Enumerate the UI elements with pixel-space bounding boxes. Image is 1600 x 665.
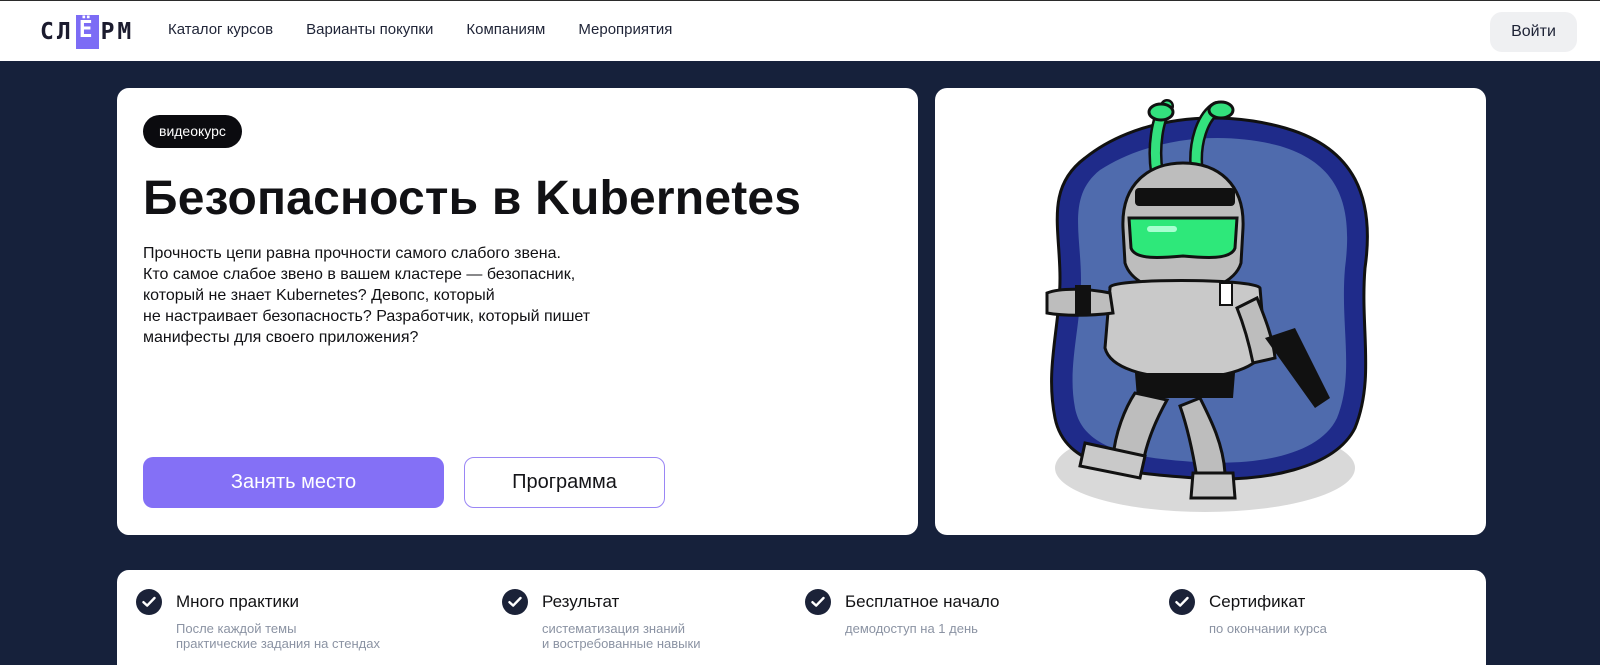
- feature-title: Много практики: [176, 592, 299, 611]
- site-header: СЛ Ё РМ Каталог курсов Варианты покупки Ко…: [0, 1, 1600, 61]
- feature-subtitle-line: систематизация знаний: [542, 621, 686, 636]
- check-icon: [1169, 589, 1195, 615]
- robot-mascot-illustration: [1045, 99, 1369, 512]
- feature-subtitle-line: и востребованные навыки: [542, 636, 701, 651]
- description-line: который не знает Kubernetes? Девопс, кот…: [143, 287, 495, 304]
- main-nav: Каталог курсов Варианты покупки Компания…: [168, 21, 705, 38]
- logo-text-accent: Ё: [75, 15, 99, 49]
- feature-subtitle-line: демодоступ на 1 день: [845, 621, 978, 636]
- nav-catalog[interactable]: Каталог курсов: [168, 21, 273, 38]
- description-line: Прочность цепи равна прочности самого сл…: [143, 245, 561, 262]
- description-line: Кто самое слабое звено в вашем кластере …: [143, 266, 576, 283]
- check-icon: [502, 589, 528, 615]
- feature-subtitle-line: по окончании курса: [1209, 621, 1327, 636]
- enroll-button[interactable]: Занять место: [143, 457, 444, 508]
- page-title: Безопасность в Kubernetes: [143, 172, 802, 225]
- features-card: Много практики После каждой темы практич…: [117, 570, 1486, 665]
- feature-subtitle: по окончании курса: [1209, 621, 1327, 636]
- description-line: манифесты для своего приложения?: [143, 329, 419, 346]
- nav-purchase-options[interactable]: Варианты покупки: [306, 21, 433, 38]
- logo[interactable]: СЛ Ё РМ: [40, 15, 135, 49]
- feature-title: Результат: [542, 592, 620, 611]
- check-icon: [805, 589, 831, 615]
- illustration-card: [935, 88, 1486, 535]
- hero-card: видеокурс Безопасность в Kubernetes Проч…: [117, 88, 918, 535]
- feature-title: Сертификат: [1209, 592, 1306, 611]
- feature-subtitle: После каждой темы практические задания н…: [176, 621, 380, 651]
- feature-subtitle-line: После каждой темы: [176, 621, 297, 636]
- description-line: не настраивает безопасность? Разработчик…: [143, 308, 591, 325]
- course-description: Прочность цепи равна прочности самого сл…: [143, 243, 703, 348]
- program-button[interactable]: Программа: [464, 457, 665, 508]
- nav-companies[interactable]: Компаниям: [466, 21, 545, 38]
- nav-events[interactable]: Мероприятия: [578, 21, 672, 38]
- feature-subtitle-line: практические задания на стендах: [176, 636, 380, 651]
- check-icon: [136, 589, 162, 615]
- feature-title: Бесплатное начало: [845, 592, 1000, 611]
- login-button[interactable]: Войти: [1490, 12, 1577, 52]
- feature-subtitle: демодоступ на 1 день: [845, 621, 978, 636]
- feature-subtitle: систематизация знаний и востребованные н…: [542, 621, 700, 651]
- course-type-badge: видеокурс: [143, 115, 242, 148]
- logo-text-start: СЛ: [40, 19, 74, 45]
- logo-text-end: РМ: [100, 19, 135, 45]
